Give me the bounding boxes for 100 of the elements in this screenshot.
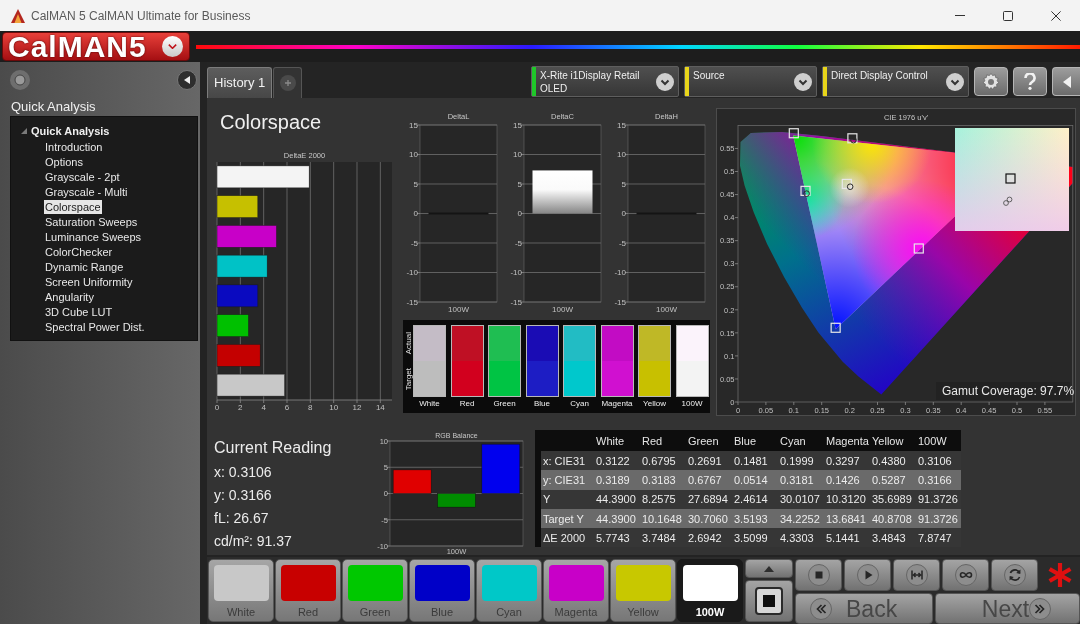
table-cell-text: 44.3900 <box>595 511 637 526</box>
table-cell-text: 0.1481 <box>733 453 769 468</box>
table-cell-text: 44.3900 <box>595 492 637 507</box>
table-cell-text: 0.2691 <box>687 453 723 468</box>
table-cell-text: 3.4843 <box>871 530 907 545</box>
table-cell-text: 35.6989 <box>871 492 913 507</box>
tick-label: -15 <box>510 297 522 307</box>
tick-label: 4 <box>261 403 266 412</box>
table-cell-text: 5.1441 <box>825 530 861 545</box>
swatch-label: Blue <box>534 399 550 409</box>
table-cell-text: 0.6795 <box>641 453 677 468</box>
tick-label: -5 <box>410 238 418 248</box>
reading-value: y: 0.3166 <box>214 486 272 505</box>
reading-title: Current Reading <box>214 438 332 458</box>
table-cell-text: 0.3297 <box>825 453 861 468</box>
tick-label: -5 <box>618 238 626 248</box>
tick-label: 8 <box>308 403 313 412</box>
table-cell-text: 5.7743 <box>595 530 631 545</box>
table-cell-text: 40.8708 <box>871 511 913 526</box>
tick-label: -15 <box>406 297 418 307</box>
column-header: Yellow <box>871 433 905 448</box>
row-label: Actual <box>403 331 413 355</box>
tick-label: -10 <box>614 268 626 278</box>
table-cell-text: 2.4614 <box>733 492 769 507</box>
row-header: Target Y <box>542 511 585 526</box>
table-cell-text: 10.3120 <box>825 492 867 507</box>
column-header: Green <box>687 433 720 448</box>
tick-label: 10 <box>617 150 626 160</box>
swatch-label: Red <box>459 399 475 409</box>
column-header: Red <box>641 433 664 448</box>
reading-value: cd/m²: 91.37 <box>214 532 292 551</box>
tick-label: -5 <box>514 238 522 248</box>
tick-label: 14 <box>375 403 385 412</box>
table-cell-text: 34.2252 <box>779 511 821 526</box>
table-cell-text: 0.3122 <box>595 453 631 468</box>
row-header: x: CIE31 <box>542 453 587 468</box>
column-header: Blue <box>733 433 758 448</box>
category-label: 100W <box>552 305 573 314</box>
tick-label: 6 <box>284 403 290 412</box>
table-cell-text: 3.5193 <box>733 511 769 526</box>
logo-text: CalMAN5 <box>8 31 147 62</box>
table-cell-text: 0.1999 <box>779 453 815 468</box>
tick-label: 15 <box>409 120 418 130</box>
table-cell-text: 0.1426 <box>825 472 861 487</box>
column-header: Magenta <box>825 433 869 448</box>
category-label: 100W <box>656 305 677 314</box>
row-label: Target <box>403 367 413 391</box>
table-cell-text: 0.3106 <box>917 453 953 468</box>
table-cell-text: 10.1648 <box>641 511 683 526</box>
row-header: Y <box>542 492 552 507</box>
table-cell-text: 0.3166 <box>917 472 953 487</box>
swatch-label: 100W <box>681 399 703 409</box>
table-cell-text: 27.6894 <box>687 492 729 507</box>
tick-label: -15 <box>614 297 626 307</box>
table-cell-text: 7.8747 <box>917 530 953 545</box>
table-cell-text: 13.6841 <box>825 511 867 526</box>
table-cell-text: 2.6942 <box>687 530 723 545</box>
tick-label: 10 <box>409 150 418 160</box>
window-title: CalMAN 5 CalMAN Ultimate for Business <box>31 7 251 25</box>
tick-label: 0 <box>214 403 220 412</box>
column-header: White <box>595 433 626 448</box>
table-cell-text: 0.5287 <box>871 472 907 487</box>
table-cell-text: 0.6767 <box>687 472 723 487</box>
table-cell-text: 0.0514 <box>733 472 769 487</box>
table-cell-text: 0.3189 <box>595 472 631 487</box>
tick-label: -10 <box>406 268 418 278</box>
tick-label: 12 <box>352 403 362 412</box>
tick-label: 5 <box>413 179 418 189</box>
tick-label: 0 <box>517 209 522 219</box>
table-cell-text: 91.3726 <box>917 492 959 507</box>
tick-label: 10 <box>513 150 522 160</box>
column-header: 100W <box>917 433 948 448</box>
table-cell-text: 30.0107 <box>779 492 821 507</box>
row-header: ΔE 2000 <box>542 530 587 545</box>
table-cell-text: 8.2575 <box>641 492 677 507</box>
tick-label: 5 <box>517 179 522 189</box>
tick-label: 0 <box>621 209 626 219</box>
category-label: 100W <box>448 305 469 314</box>
table-cell-text: 30.7060 <box>687 511 729 526</box>
row-header: y: CIE31 <box>542 472 587 487</box>
tick-label: 0 <box>413 209 418 219</box>
swatch-label: Cyan <box>570 399 589 409</box>
swatch-label: Magenta <box>601 399 633 409</box>
table-cell-text: 3.7484 <box>641 530 677 545</box>
table-cell-text: 4.3303 <box>779 530 815 545</box>
table-cell-text: 0.3181 <box>779 472 815 487</box>
reading-value: fL: 26.67 <box>214 509 269 528</box>
tick-label: 5 <box>621 179 626 189</box>
tick-label: 15 <box>513 120 522 130</box>
tick-label: 15 <box>617 120 626 130</box>
table-cell-text: 0.4380 <box>871 453 907 468</box>
sidebar-title: Quick Analysis <box>11 99 96 114</box>
table-cell-text: 3.5099 <box>733 530 769 545</box>
tick-label: 2 <box>238 403 243 412</box>
table-cell-text: 91.3726 <box>917 511 959 526</box>
swatch-label: Green <box>493 399 516 409</box>
table-cell-text: 0.3183 <box>641 472 677 487</box>
swatch-label: Yellow <box>643 399 666 409</box>
tick-label: -10 <box>510 268 522 278</box>
column-header: Cyan <box>779 433 807 448</box>
